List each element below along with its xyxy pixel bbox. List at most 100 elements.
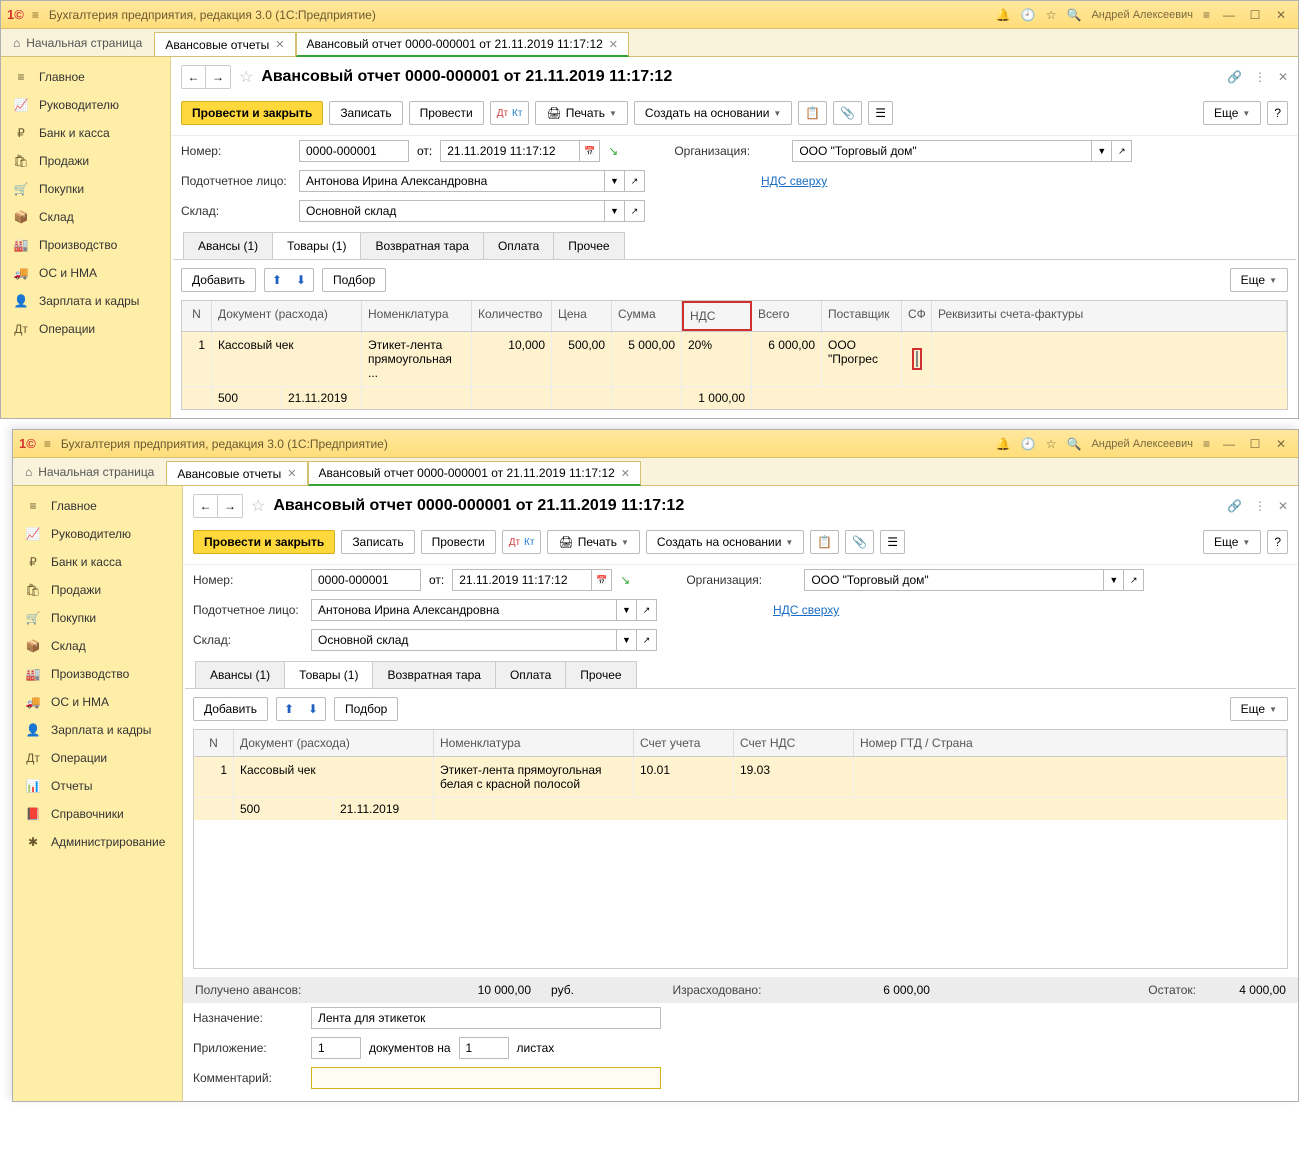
- minimize-button[interactable]: —: [1218, 435, 1240, 453]
- close-icon[interactable]: ✕: [287, 467, 296, 480]
- table-subrow[interactable]: 500 21.11.2019 1 000,00: [182, 387, 1287, 409]
- warehouse-field[interactable]: [299, 200, 605, 222]
- dropdown-icon[interactable]: ▼: [605, 200, 625, 222]
- move-down-button[interactable]: ⬇: [289, 269, 313, 291]
- back-button[interactable]: ←: [182, 66, 206, 88]
- sidebar-item[interactable]: ДтОперации: [1, 315, 170, 343]
- search-icon[interactable]: 🔍: [1067, 437, 1082, 451]
- username[interactable]: Андрей Алексеевич: [1091, 438, 1193, 450]
- vat-link[interactable]: НДС сверху: [761, 174, 827, 188]
- table-row[interactable]: 1 Кассовый чек Этикет-лента прямоугольна…: [194, 757, 1287, 798]
- col-doc[interactable]: Документ (расхода): [212, 301, 362, 331]
- sidebar-item[interactable]: ✱Администрирование: [13, 828, 182, 856]
- menu-icon[interactable]: ≡: [32, 8, 39, 22]
- calendar-icon[interactable]: 📅: [580, 140, 600, 162]
- sidebar-item[interactable]: 🛒Покупки: [13, 604, 182, 632]
- home-tab[interactable]: ⌂ Начальная страница: [1, 29, 154, 56]
- date-field[interactable]: [452, 569, 592, 591]
- col-sum[interactable]: Сумма: [612, 301, 682, 331]
- more-icon[interactable]: ⋮: [1254, 70, 1266, 84]
- col-n[interactable]: N: [194, 730, 234, 756]
- cell-sf[interactable]: [902, 332, 932, 386]
- calendar-icon[interactable]: 📅: [592, 569, 612, 591]
- org-field[interactable]: [804, 569, 1104, 591]
- close-icon[interactable]: ✕: [621, 467, 630, 480]
- person-field[interactable]: [311, 599, 617, 621]
- close-button[interactable]: ✕: [1270, 6, 1292, 24]
- open-icon[interactable]: ↗: [1112, 140, 1132, 162]
- list-button[interactable]: ☰: [868, 101, 893, 125]
- col-nomen[interactable]: Номенклатура: [434, 730, 634, 756]
- person-field[interactable]: [299, 170, 605, 192]
- open-icon[interactable]: ↗: [637, 599, 657, 621]
- subtab-tare[interactable]: Возвратная тара: [360, 232, 484, 259]
- col-n[interactable]: N: [182, 301, 212, 331]
- sidebar-item[interactable]: 📦Склад: [1, 203, 170, 231]
- sidebar-item[interactable]: 📈Руководителю: [13, 520, 182, 548]
- sidebar-item[interactable]: 📦Склад: [13, 632, 182, 660]
- sidebar-item[interactable]: ₽Банк и касса: [1, 119, 170, 147]
- table-more-button[interactable]: Еще▼: [1230, 697, 1288, 721]
- vat-link[interactable]: НДС сверху: [773, 603, 839, 617]
- dtkt-button[interactable]: ДтКт: [502, 530, 542, 554]
- dropdown-icon[interactable]: ▼: [1104, 569, 1124, 591]
- comment-field[interactable]: [311, 1067, 661, 1089]
- col-vat[interactable]: НДС: [682, 301, 752, 331]
- sidebar-item[interactable]: ДтОперации: [13, 744, 182, 772]
- col-total[interactable]: Всего: [752, 301, 822, 331]
- username[interactable]: Андрей Алексеевич: [1091, 9, 1193, 21]
- sidebar-item[interactable]: 📊Отчеты: [13, 772, 182, 800]
- sidebar-item[interactable]: 🛒Покупки: [1, 175, 170, 203]
- subtab-other[interactable]: Прочее: [565, 661, 636, 688]
- dropdown-icon[interactable]: ▼: [1092, 140, 1112, 162]
- date-field[interactable]: [440, 140, 580, 162]
- sidebar-item[interactable]: 🏭Производство: [13, 660, 182, 688]
- subtab-advances[interactable]: Авансы (1): [195, 661, 285, 688]
- sidebar-item[interactable]: ≡Главное: [13, 492, 182, 520]
- sidebar-item[interactable]: ₽Банк и касса: [13, 548, 182, 576]
- print-button[interactable]: 🖨Печать▼: [535, 101, 627, 125]
- subtab-other[interactable]: Прочее: [553, 232, 624, 259]
- att-sheets-field[interactable]: [459, 1037, 509, 1059]
- open-icon[interactable]: ↗: [625, 170, 645, 192]
- dropdown-icon[interactable]: ▼: [617, 629, 637, 651]
- select-button[interactable]: Подбор: [322, 268, 386, 292]
- menu-icon[interactable]: ≡: [44, 437, 51, 451]
- bell-icon[interactable]: 🔔: [996, 8, 1011, 22]
- register-button[interactable]: 📋: [810, 530, 839, 554]
- table-more-button[interactable]: Еще▼: [1230, 268, 1288, 292]
- list-button[interactable]: ☰: [880, 530, 905, 554]
- tab-document[interactable]: Авансовый отчет 0000-000001 от 21.11.201…: [308, 461, 642, 486]
- sidebar-item[interactable]: 🛍Продажи: [13, 576, 182, 604]
- purpose-field[interactable]: [311, 1007, 661, 1029]
- register-button[interactable]: 📋: [798, 101, 827, 125]
- create-based-button[interactable]: Создать на основании▼: [634, 101, 792, 125]
- close-icon[interactable]: ✕: [1278, 499, 1288, 513]
- tab-advances-list[interactable]: Авансовые отчеты ✕: [166, 461, 307, 485]
- attach-button[interactable]: 📎: [845, 530, 874, 554]
- dtkt-button[interactable]: ДтКт: [490, 101, 530, 125]
- col-qty[interactable]: Количество: [472, 301, 552, 331]
- history-icon[interactable]: 🕘: [1021, 8, 1036, 22]
- close-button[interactable]: ✕: [1270, 435, 1292, 453]
- subtab-goods[interactable]: Товары (1): [272, 232, 361, 259]
- bell-icon[interactable]: 🔔: [996, 437, 1011, 451]
- close-icon[interactable]: ✕: [1278, 70, 1288, 84]
- sidebar-item[interactable]: 👤Зарплата и кадры: [13, 716, 182, 744]
- write-button[interactable]: Записать: [329, 101, 402, 125]
- subtab-advances[interactable]: Авансы (1): [183, 232, 273, 259]
- col-gtd[interactable]: Номер ГТД / Страна: [854, 730, 1287, 756]
- open-icon[interactable]: ↗: [1124, 569, 1144, 591]
- print-button[interactable]: 🖨Печать▼: [547, 530, 639, 554]
- more-button[interactable]: Еще▼: [1203, 101, 1261, 125]
- post-and-close-button[interactable]: Провести и закрыть: [181, 101, 323, 125]
- close-icon[interactable]: ✕: [275, 38, 284, 51]
- settings-icon[interactable]: ≡: [1203, 8, 1210, 22]
- sidebar-item[interactable]: 🚚ОС и НМА: [1, 259, 170, 287]
- col-supplier[interactable]: Поставщик: [822, 301, 902, 331]
- sidebar-item[interactable]: 🚚ОС и НМА: [13, 688, 182, 716]
- select-button[interactable]: Подбор: [334, 697, 398, 721]
- col-vat-acct[interactable]: Счет НДС: [734, 730, 854, 756]
- favorite-star-icon[interactable]: ☆: [239, 67, 253, 87]
- write-button[interactable]: Записать: [341, 530, 414, 554]
